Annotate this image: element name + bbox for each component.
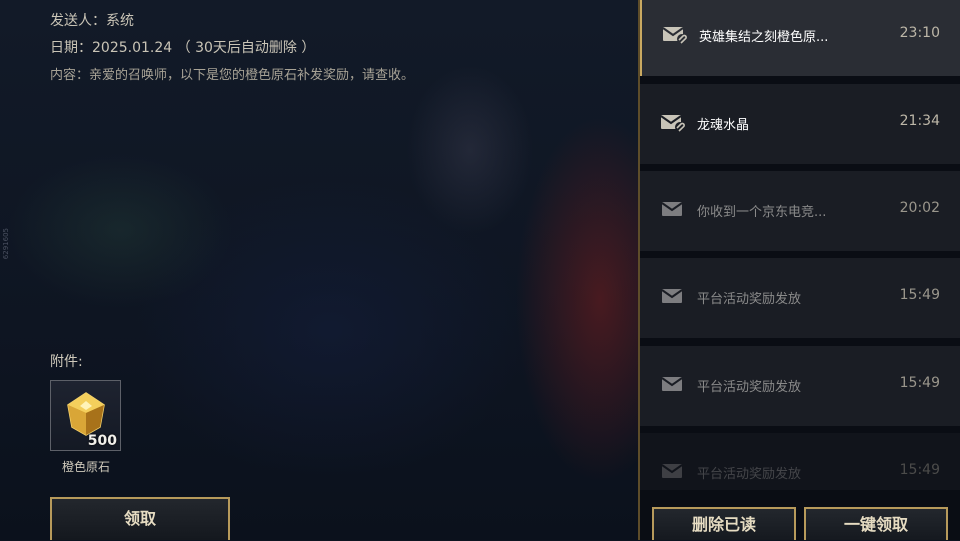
sender-row: 发送人：系统 (50, 8, 414, 35)
mail-subject: 平台活动奖励发放 (697, 380, 802, 395)
mail-list-item[interactable]: 平台活动奖励发放 15:49 (640, 258, 960, 338)
mail-subject: 英雄集结之刻橙色原... (699, 30, 829, 45)
mail-time: 15:49 (899, 462, 940, 478)
date-row: 日期：2025.01.24 （ 30天后自动删除 ） (50, 35, 414, 62)
mail-time: 21:34 (899, 113, 940, 129)
mail-time: 15:49 (899, 287, 940, 303)
mail-time: 15:49 (899, 375, 940, 391)
side-code: 6291605 (2, 228, 10, 260)
mail-list-panel: 英雄集结之刻橙色原... 23:10 龙魂水晶 21:34 你收到一个京东电竞.… (638, 0, 960, 540)
mail-subject: 平台活动奖励发放 (697, 292, 802, 307)
mail-icon (661, 289, 683, 303)
content-label: 内容： (50, 68, 90, 83)
mail-list-item[interactable]: 龙魂水晶 21:34 (640, 84, 960, 164)
mail-subject: 龙魂水晶 (697, 118, 750, 133)
date-value: 2025.01.24 (92, 40, 173, 56)
mail-icon (661, 377, 683, 391)
mail-list-item[interactable]: 英雄集结之刻橙色原... 23:10 (640, 0, 960, 76)
mail-subject: 你收到一个京东电竞... (697, 205, 827, 220)
mail-list-item[interactable]: 你收到一个京东电竞... 20:02 (640, 171, 960, 251)
mail-attachment-icon (662, 27, 687, 44)
mail-attachment-icon (660, 115, 685, 132)
content-text: 亲爱的召唤师，以下是您的橙色原石补发奖励，请查收。 (89, 68, 415, 83)
mail-time: 20:02 (899, 200, 940, 216)
mail-list[interactable]: 英雄集结之刻橙色原... 23:10 龙魂水晶 21:34 你收到一个京东电竞.… (640, 0, 960, 490)
expiry-note: （ 30天后自动删除 ） (176, 40, 316, 56)
attachment-item[interactable]: 500 (50, 380, 121, 451)
content-row: 内容：亲爱的召唤师，以下是您的橙色原石补发奖励，请查收。 (50, 62, 414, 89)
attachments-label: 附件: (50, 354, 83, 370)
mail-list-item[interactable]: 平台活动奖励发放 15:49 (640, 346, 960, 426)
date-label: 日期： (50, 40, 92, 56)
claim-button[interactable]: 领取 (50, 497, 230, 540)
sender-value: 系统 (106, 13, 134, 29)
item-quantity: 500 (87, 433, 117, 449)
mail-time: 23:10 (899, 25, 940, 41)
orange-gem-icon (67, 392, 105, 436)
claim-all-button[interactable]: 一键领取 (804, 507, 948, 540)
mail-icon (661, 464, 683, 478)
item-name: 橙色原石 (61, 460, 110, 474)
mail-list-item[interactable]: 平台活动奖励发放 15:49 (640, 433, 960, 490)
delete-read-button[interactable]: 删除已读 (652, 507, 796, 540)
mail-subject: 平台活动奖励发放 (697, 467, 802, 482)
sender-label: 发送人： (50, 13, 106, 29)
mail-header: 发送人：系统 日期：2025.01.24 （ 30天后自动删除 ） 内容：亲爱的… (50, 8, 414, 89)
mail-icon (661, 202, 683, 216)
